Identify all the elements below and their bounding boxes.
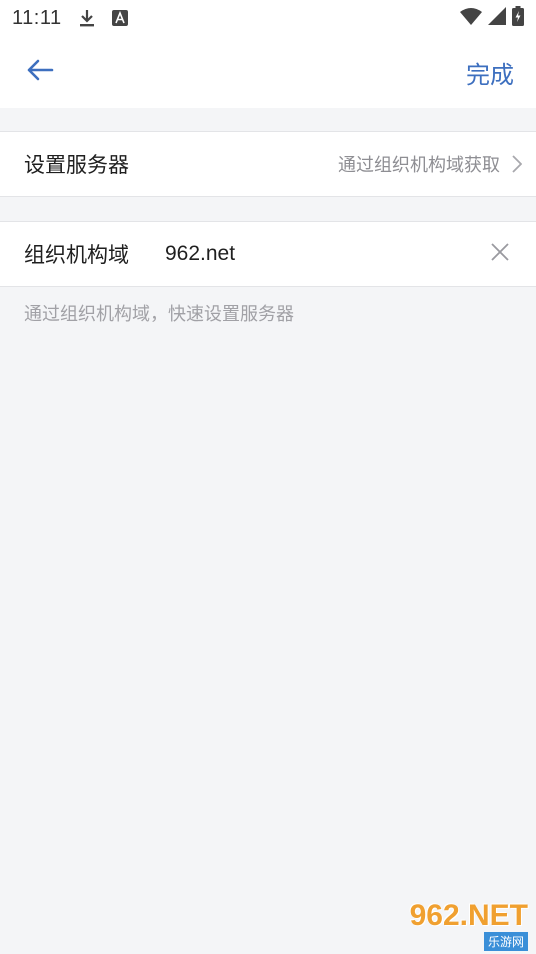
domain-hint-text: 通过组织机构域，快速设置服务器 <box>24 304 294 325</box>
arrow-left-icon <box>26 58 54 86</box>
org-domain-input[interactable] <box>165 242 445 266</box>
battery-icon <box>512 5 524 31</box>
watermark-sub: 乐游网 <box>483 932 528 951</box>
org-domain-row: 组织机构域 <box>0 221 536 287</box>
back-button[interactable] <box>24 56 56 88</box>
download-icon <box>78 8 96 28</box>
status-right-icons <box>460 5 524 31</box>
clear-input-button[interactable] <box>490 242 510 266</box>
server-setting-label: 设置服务器 <box>24 153 129 177</box>
status-bar: 11:11 <box>0 0 536 36</box>
close-icon <box>490 242 510 266</box>
signal-icon <box>488 6 506 30</box>
server-setting-row[interactable]: 设置服务器 通过组织机构域获取 <box>0 131 536 197</box>
wifi-icon <box>460 7 482 30</box>
status-time: 11:11 <box>12 6 62 29</box>
watermark-main: 962.NET <box>409 899 528 932</box>
app-bar: 完成 <box>0 36 536 108</box>
done-button[interactable]: 完成 <box>466 55 514 90</box>
chevron-right-icon <box>512 155 522 173</box>
watermark-logo: 962.NET 乐游网 <box>398 899 528 951</box>
text-badge-icon <box>111 10 128 26</box>
server-setting-value: 通过组织机构域获取 <box>338 155 500 176</box>
org-domain-label: 组织机构域 <box>24 243 129 267</box>
